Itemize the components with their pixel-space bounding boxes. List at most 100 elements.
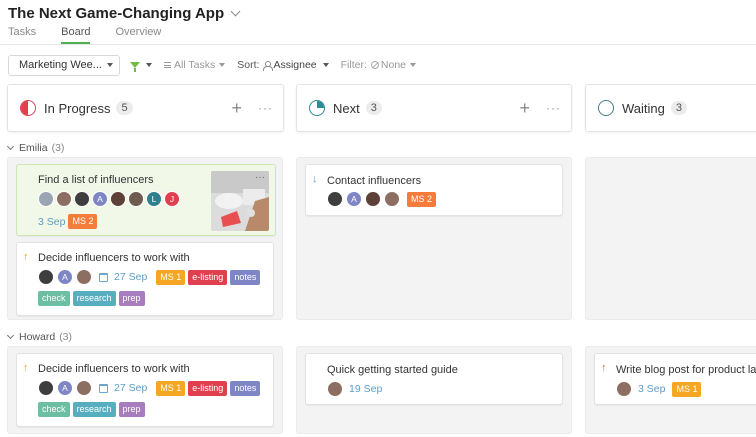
tag[interactable]: e-listing [188,269,228,285]
add-task-icon[interactable]: + [231,99,242,117]
filter-dropdown[interactable]: Filter: None [341,59,416,71]
avatar[interactable] [38,269,54,285]
task-card[interactable]: Find a list of influencers ··· A L J 3 S… [16,164,276,236]
tag[interactable]: MS 1 [156,380,186,396]
task-title: Decide influencers to work with [38,363,190,375]
more-options-icon[interactable]: ··· [255,172,265,183]
all-tasks-dropdown[interactable]: All Tasks [164,59,226,71]
all-tasks-label: All Tasks [174,59,216,71]
avatar[interactable] [110,191,126,207]
sprint-selector[interactable]: Marketing Wee... [8,54,120,76]
due-date: 19 Sep [349,383,383,395]
avatar[interactable] [76,380,92,396]
tag[interactable]: MS 1 [672,381,702,397]
group-toggle-howard[interactable]: Howard (3) [6,330,73,344]
group-toggle-emilia[interactable]: Emilia (3) [6,141,64,155]
task-meta: 19 Sep [327,381,382,397]
tag[interactable]: check [38,402,70,417]
avatar[interactable] [38,380,54,396]
due-date: 27 Sep [114,382,148,394]
tag[interactable]: MS 1 [156,269,186,285]
add-task-icon[interactable]: + [519,99,530,117]
tag[interactable]: research [72,291,116,306]
caret-down-icon [146,63,152,67]
chevron-down-icon[interactable] [230,6,241,16]
tag[interactable]: MS 2 [68,214,98,229]
app-title: The Next Game-Changing App [8,4,225,22]
column-name: Waiting [622,100,665,116]
avatar[interactable]: A [57,269,73,285]
task-meta: A 27 Sep MS 1 e-listing notes [38,269,261,285]
task-card[interactable]: ↑ Decide influencers to work with A 27 S… [16,353,274,427]
avatar[interactable] [74,191,90,207]
chevron-down-icon [6,142,15,151]
waiting-icon [598,100,614,116]
task-meta: 3 Sep MS 2 [38,214,98,229]
due-date: 27 Sep [114,271,148,283]
avatar[interactable] [38,191,54,207]
priority-up-icon: ↑ [23,362,29,374]
list-icon [164,62,171,68]
task-title: Find a list of influencers [38,174,154,186]
more-options-icon[interactable]: ··· [546,101,561,115]
priority-up-icon: ↑ [23,251,29,263]
tag[interactable]: research [72,402,116,417]
funnel-icon [130,62,140,72]
more-options-icon[interactable]: ··· [258,101,273,115]
sort-dropdown[interactable]: Sort: Assignee [237,59,329,71]
lane-emilia-waiting [585,157,756,320]
avatar[interactable]: A [92,191,108,207]
column-count: 3 [670,101,687,115]
column-count: 5 [116,101,133,115]
group-count: (3) [59,331,73,343]
tab-overview[interactable]: Overview [115,24,161,44]
sort-label: Sort: [237,59,260,71]
column-header-waiting[interactable]: Waiting 3 [585,84,756,132]
avatar[interactable]: A [57,380,73,396]
task-title: Decide influencers to work with [38,252,190,264]
column-header-in-progress[interactable]: In Progress 5 + ··· [7,84,284,132]
tab-board[interactable]: Board [61,24,91,44]
avatar[interactable] [616,381,632,397]
tag[interactable]: e-listing [188,380,228,396]
avatar[interactable] [365,191,381,207]
caret-down-icon [410,63,416,67]
due-date: 3 Sep [638,383,666,395]
tag[interactable]: MS 2 [407,191,437,207]
task-title: Contact influencers [327,175,422,187]
avatar[interactable] [327,191,343,207]
assignee-avatars: A L J [38,191,180,207]
tag[interactable]: check [38,291,70,306]
chevron-down-icon [6,331,15,340]
avatar[interactable] [76,269,92,285]
tag[interactable]: prep [118,291,145,306]
task-tags: check research prep [38,402,145,417]
task-card[interactable]: ↓ Contact influencers A MS 2 [305,164,563,216]
avatar[interactable] [56,191,72,207]
column-header-next[interactable]: Next 3 + ··· [296,84,572,132]
task-card[interactable]: Quick getting started guide 19 Sep [305,353,563,405]
title-row[interactable]: The Next Game-Changing App [8,4,241,22]
tab-tasks[interactable]: Tasks [8,24,36,44]
in-progress-icon [20,100,36,116]
person-icon [263,60,274,71]
tag[interactable]: notes [230,380,261,396]
caret-down-icon [219,63,226,67]
avatar[interactable] [128,191,144,207]
filter-label: Filter: [340,59,367,71]
tag[interactable]: prep [118,402,145,417]
column-name: In Progress [44,100,111,116]
avatar[interactable]: J [164,191,180,207]
avatar[interactable] [384,191,400,207]
task-title: Quick getting started guide [327,364,458,376]
task-card[interactable]: ↑ Decide influencers to work with A 27 S… [16,242,274,316]
priority-up-icon: ↑ [601,362,607,374]
filter-button[interactable] [130,62,152,72]
avatar[interactable] [327,381,343,397]
task-card[interactable]: ↑ Write blog post for product lau 3 Sep … [594,353,756,405]
avatar[interactable]: L [146,191,162,207]
avatar[interactable]: A [346,191,362,207]
view-tabs: Tasks Board Overview [8,24,186,44]
tabs-divider [0,44,756,45]
tag[interactable]: notes [230,269,261,285]
